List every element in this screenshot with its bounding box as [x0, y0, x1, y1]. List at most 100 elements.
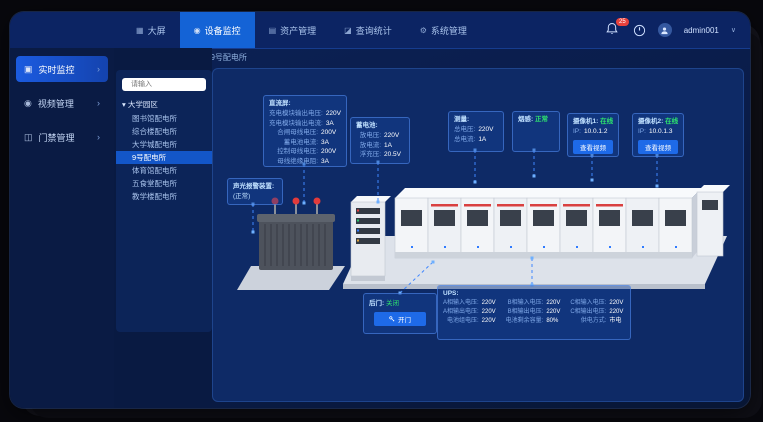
camera2-label: 摄像机2:: [638, 118, 663, 125]
data-row: 合闸母线电压:200V: [269, 128, 341, 137]
ip-value: 10.0.1.3: [649, 127, 673, 136]
sidebar-item-realtime-monitor[interactable]: ▣ 实时监控 ›: [16, 56, 108, 82]
row-label: 控制母线电压:: [269, 147, 318, 156]
data-row: IP:10.0.1.2: [573, 127, 613, 136]
alarm-status: (正常): [233, 192, 277, 201]
row-label: 电池组电压:: [443, 317, 479, 326]
door-label: 后门:: [369, 300, 384, 307]
row-label: 供电方式:: [570, 317, 606, 326]
camera1-label: 摄像机1:: [573, 118, 598, 125]
sidebar: ▣ 实时监控 › ◉ 视频管理 › ◫ 门禁管理 ›: [10, 48, 114, 408]
row-value: 3A: [321, 157, 341, 166]
logout-icon[interactable]: [633, 24, 646, 37]
data-row: 总电流:1A: [454, 135, 498, 144]
tree-item[interactable]: 五食堂配电所: [116, 177, 212, 190]
data-row: C相输出电压:220V: [570, 308, 629, 317]
username[interactable]: admin001: [684, 26, 719, 35]
row-value: 1A: [478, 135, 498, 144]
data-row: 放电压:220V: [356, 131, 404, 140]
row-label: 总电流:: [454, 135, 475, 144]
nav-label: 系统管理: [431, 24, 467, 37]
view-video-button[interactable]: 查看视频: [638, 140, 678, 154]
sidebar-item-video-mgmt[interactable]: ◉ 视频管理 ›: [16, 90, 108, 116]
sidebar-item-access-mgmt[interactable]: ◫ 门禁管理 ›: [16, 124, 108, 150]
battery-panel: 蓄电池: 放电压:220V 放电流:1A 浮充压:20.5V: [350, 117, 410, 164]
panel-title: UPS:: [443, 289, 625, 298]
door-status: 关闭: [386, 300, 399, 307]
panel-title: 蓄电池:: [356, 121, 404, 130]
ip-value: 10.0.1.2: [584, 127, 608, 136]
chevron-down-icon[interactable]: ∨: [731, 26, 736, 34]
row-label: C相输入电压:: [570, 299, 606, 308]
main-nav: ▦大屏 ◉设备监控 ▤资产管理 ◪查询统计 ⚙ 系统管理: [122, 12, 481, 48]
tree-item[interactable]: 大学城配电所: [116, 138, 212, 151]
back-door-panel: 后门: 关闭 开门: [363, 293, 437, 334]
nav-system-mgmt[interactable]: ⚙ 系统管理: [406, 12, 481, 48]
data-row: B相输出电压:220V: [506, 308, 567, 317]
camera1-panel: 摄像机1: 在线 IP:10.0.1.2 查看视频: [567, 113, 619, 157]
nav-query-stats[interactable]: ◪查询统计: [330, 12, 406, 48]
row-label: 放电压:: [356, 131, 381, 140]
data-row: C相输入电压:220V: [570, 299, 629, 308]
smoke-status: 正常: [535, 116, 548, 123]
monitor-grid-icon: ▣: [24, 64, 33, 75]
nav-label: 资产管理: [280, 24, 316, 37]
sidebar-item-label: 门禁管理: [39, 131, 75, 144]
row-value: 220V: [609, 299, 629, 308]
tree-item-selected[interactable]: 9号配电所: [116, 151, 212, 164]
data-row: 蓄电池电流:3A: [269, 138, 341, 147]
nav-dashboard[interactable]: ▦大屏: [122, 12, 180, 48]
data-row: A相输入电压:220V: [443, 299, 502, 308]
avatar[interactable]: [658, 23, 672, 37]
row-label: 浮充压:: [356, 150, 381, 159]
row-value: 20.5V: [384, 150, 404, 159]
open-door-button[interactable]: 开门: [374, 312, 426, 326]
row-value: 220V: [546, 299, 566, 308]
data-row: 总电压:220V: [454, 125, 498, 134]
view-video-button[interactable]: 查看视频: [573, 140, 613, 154]
notifications-button[interactable]: 25: [605, 22, 621, 38]
open-door-label: 开门: [398, 314, 411, 324]
nav-asset-mgmt[interactable]: ▤资产管理: [255, 12, 331, 48]
data-row: B相输入电压:220V: [506, 299, 567, 308]
sound-light-alarm-panel: 声光报警装置: (正常): [227, 178, 283, 205]
panel-title: 摄像机1: 在线: [573, 117, 613, 126]
screen-icon: ▦: [136, 26, 144, 35]
row-value: 80%: [546, 317, 566, 326]
row-value: 220V: [478, 125, 498, 134]
topbar-right: 25 admin001 ∨: [605, 12, 736, 48]
row-label: 电池剩余容量:: [506, 317, 544, 326]
user-icon: [660, 26, 669, 35]
panel-title: 直流屏:: [269, 99, 341, 108]
asset-icon: ▤: [269, 26, 277, 35]
chevron-right-icon: ›: [97, 98, 100, 108]
topbar: ▦大屏 ◉设备监控 ▤资产管理 ◪查询统计 ⚙ 系统管理 25 admin001 …: [10, 12, 750, 49]
ups-grid: A相输入电压:220V B相输入电压:220V C相输入电压:220V A相输出…: [443, 299, 625, 325]
row-label: B相输出电压:: [506, 308, 544, 317]
gear-icon: ⚙: [420, 26, 427, 35]
data-row: 充电模块输出电压:220V: [269, 109, 341, 118]
search-input[interactable]: [129, 80, 203, 89]
key-icon: [389, 316, 395, 322]
tree-item[interactable]: 综合楼配电所: [116, 125, 212, 138]
chevron-right-icon: ›: [97, 64, 100, 74]
row-label: A相输入电压:: [443, 299, 479, 308]
notification-badge: 25: [616, 18, 629, 26]
row-label: 充电模块输出电流:: [269, 119, 323, 128]
row-label: 总电压:: [454, 125, 475, 134]
row-value: 200V: [321, 147, 341, 156]
ip-label: IP:: [638, 127, 646, 136]
row-value: 220V: [546, 308, 566, 317]
row-value: 220V: [384, 131, 404, 140]
breadcrumb-item[interactable]: 9号配电所: [210, 52, 246, 63]
sidebar-item-label: 实时监控: [39, 63, 75, 76]
tree-item[interactable]: 教学楼配电所: [116, 190, 212, 203]
tree-root-node[interactable]: ▾ 大学园区: [116, 97, 212, 112]
panel-title: 声光报警装置:: [233, 182, 277, 191]
tree-item[interactable]: 体育馆配电所: [116, 164, 212, 177]
tree-item[interactable]: 图书馆配电所: [116, 112, 212, 125]
row-label: 充电模块输出电压:: [269, 109, 323, 118]
row-value: 3A: [326, 119, 346, 128]
camera1-status: 在线: [600, 118, 613, 125]
nav-device-monitor[interactable]: ◉设备监控: [180, 12, 255, 48]
